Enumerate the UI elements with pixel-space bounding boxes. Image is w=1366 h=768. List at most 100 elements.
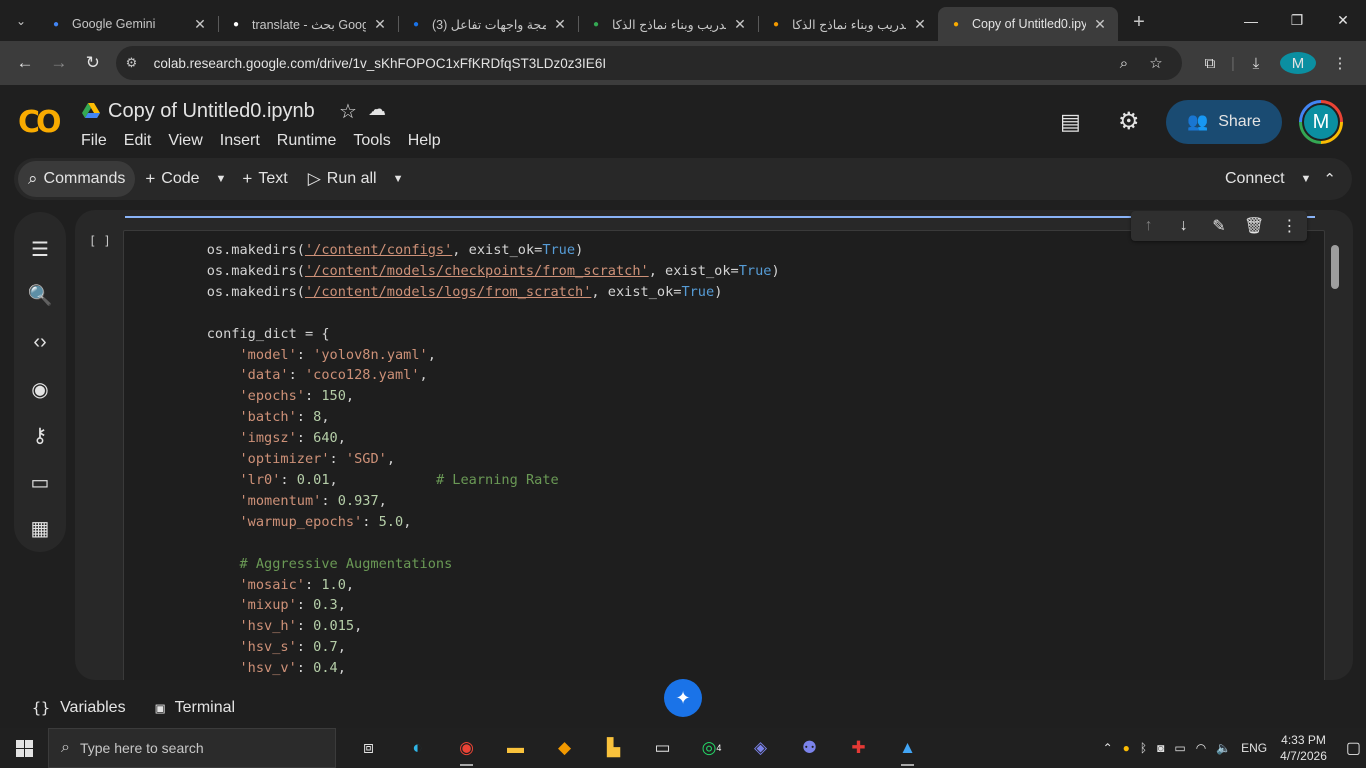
cloud-saved-icon[interactable]: ☁ (368, 99, 386, 120)
tab-search-chevron-icon[interactable]: ⌄ (4, 7, 38, 35)
share-button[interactable]: 👥 Share (1166, 100, 1282, 144)
more-options-icon[interactable]: ⋮ (1274, 216, 1304, 236)
browser-tab[interactable]: ● Google Gemini ✕ (38, 7, 218, 41)
restore-icon[interactable]: ❐ (1274, 0, 1320, 41)
tab-close-icon[interactable]: ✕ (372, 16, 388, 33)
taskbar-search-box[interactable]: ⌕ Type here to search (48, 728, 336, 768)
edge-icon[interactable]: ◐ (393, 728, 442, 768)
colab-logo[interactable]: CO (18, 105, 61, 140)
collapse-chevron-up-icon[interactable]: ⌃ (1317, 170, 1342, 188)
clock[interactable]: 4:33 PM 4/7/2026 (1280, 732, 1327, 764)
commands-button[interactable]: ⌕ Commands (18, 161, 136, 197)
red-app-icon[interactable]: ✚ (834, 728, 883, 768)
profile-avatar[interactable]: M (1279, 52, 1316, 74)
back-arrow-icon[interactable]: ← (8, 46, 42, 80)
new-tab-plus-icon[interactable]: + (1124, 8, 1154, 38)
windows-start-icon[interactable] (0, 739, 48, 757)
file-explorer-icon[interactable]: ▬ (491, 728, 540, 768)
tab-close-icon[interactable]: ✕ (732, 16, 748, 33)
camera-icon[interactable]: ◙ (1157, 741, 1164, 755)
address-bar[interactable]: ⚙ colab.research.google.com/drive/1v_sKh… (115, 46, 1182, 80)
key-icon[interactable]: ⚷ (33, 412, 48, 459)
menu-item-view[interactable]: View (168, 132, 202, 150)
blue-app-icon[interactable]: ▲ (883, 728, 932, 768)
extensions-puzzle-icon[interactable]: ⧉ (1192, 55, 1228, 72)
cell-run-button[interactable]: [ ] (89, 234, 111, 248)
bluetooth-icon[interactable]: ᛒ (1140, 741, 1147, 755)
store-box-icon[interactable]: ◆ (540, 728, 589, 768)
browser-tab[interactable]: ● تدريب وبناء نماذج الذكا ✕ (758, 7, 938, 41)
code-cell-editor[interactable]: os.makedirs('/content/configs', exist_ok… (123, 230, 1325, 680)
connect-dropdown-chevron-icon[interactable]: ▼ (1295, 173, 1318, 185)
scrollbar-thumb[interactable] (1331, 245, 1339, 289)
connect-button[interactable]: Connect (1215, 161, 1295, 197)
task-view-icon[interactable]: ⧈ (344, 728, 393, 768)
menu-item-edit[interactable]: Edit (124, 132, 152, 150)
add-text-button[interactable]: + Text (232, 161, 297, 197)
files-folder-icon[interactable]: ▭ (31, 459, 50, 506)
menu-item-insert[interactable]: Insert (220, 132, 260, 150)
browser-tab[interactable]: ● (3) برمجة واجهات تفاعل ✕ (398, 7, 578, 41)
reload-icon[interactable]: ↻ (76, 46, 110, 80)
minimize-icon[interactable]: — (1228, 0, 1274, 41)
tray-app-icon[interactable]: ● (1123, 741, 1130, 755)
tab-close-icon[interactable]: ✕ (912, 16, 928, 33)
tray-chevron-icon[interactable]: ⌃ (1103, 741, 1113, 755)
add-code-button[interactable]: + Code (135, 161, 209, 197)
language-indicator[interactable]: ENG (1241, 741, 1267, 755)
data-table-icon[interactable]: ▦ (31, 505, 50, 552)
secrets-eye-icon[interactable]: ◉ (31, 366, 48, 413)
zoom-icon[interactable]: ⌕ (1108, 55, 1140, 72)
url-text[interactable]: colab.research.google.com/drive/1v_sKhFO… (154, 56, 1108, 71)
variables-button[interactable]: {} Variables (32, 699, 126, 717)
volume-icon[interactable]: 🔈 (1216, 741, 1231, 755)
teams-icon[interactable]: ⚉ (785, 728, 834, 768)
menu-item-file[interactable]: File (81, 132, 107, 150)
battery-icon[interactable]: ▭ (1174, 741, 1185, 755)
notifications-icon[interactable]: ▢ (1346, 738, 1361, 758)
close-window-icon[interactable]: ✕ (1320, 0, 1366, 41)
code-dropdown-chevron-icon[interactable]: ▼ (210, 173, 233, 185)
menu-item-tools[interactable]: Tools (353, 132, 390, 150)
site-info-icon[interactable]: ⚙ (126, 55, 150, 71)
google-drive-icon[interactable] (82, 103, 100, 119)
find-replace-icon[interactable]: 🔍 (28, 273, 53, 320)
menu-item-help[interactable]: Help (408, 132, 441, 150)
code-content[interactable]: os.makedirs('/content/configs', exist_ok… (174, 240, 780, 679)
settings-gear-icon[interactable]: ⚙ (1118, 107, 1140, 136)
wifi-icon[interactable]: ◠ (1196, 741, 1206, 755)
gemini-sparkle-icon[interactable]: ✦ (664, 679, 702, 717)
browser-tab[interactable]: ● translate - بحث Google ✕ (218, 7, 398, 41)
edit-pencil-icon[interactable]: ✎ (1204, 216, 1234, 236)
run-all-dropdown-chevron-icon[interactable]: ▼ (387, 173, 410, 185)
menu-item-runtime[interactable]: Runtime (277, 132, 337, 150)
delete-trash-icon[interactable]: 🗑 (1239, 216, 1269, 236)
tab-close-icon[interactable]: ✕ (1092, 16, 1108, 33)
code-snippets-icon[interactable]: ‹› (33, 319, 46, 366)
terminal-app-icon[interactable]: ▭ (638, 728, 687, 768)
star-icon[interactable]: ☆ (339, 99, 357, 124)
move-down-arrow-icon[interactable]: ↓ (1169, 217, 1199, 235)
m365-icon[interactable]: ◈ (736, 728, 785, 768)
tab-close-icon[interactable]: ✕ (192, 16, 208, 33)
whatsapp-icon[interactable]: ◎ 4 (687, 728, 736, 768)
browser-tab[interactable]: ● تدريب وبناء نماذج الذكا ✕ (578, 7, 758, 41)
notebook-title[interactable]: Copy of Untitled0.ipynb (108, 100, 315, 123)
run-all-button[interactable]: ▷ Run all (298, 161, 387, 197)
terminal-button[interactable]: ▣ Terminal (156, 699, 236, 717)
browser-menu-icon[interactable]: ⋮ (1322, 54, 1358, 72)
python-icon[interactable]: ▙ (589, 728, 638, 768)
forward-arrow-icon[interactable]: → (42, 46, 76, 80)
braces-icon: {} (32, 699, 51, 717)
move-up-arrow-icon[interactable]: ↑ (1134, 217, 1164, 235)
browser-tab[interactable]: ● Copy of Untitled0.ipynb ✕ (938, 7, 1118, 41)
code-token: 'SGD' (345, 451, 387, 468)
tab-close-icon[interactable]: ✕ (552, 16, 568, 33)
table-of-contents-icon[interactable]: ☰ (31, 226, 49, 273)
downloads-icon[interactable]: ⤓ (1238, 55, 1274, 72)
bookmark-star-icon[interactable]: ☆ (1140, 54, 1172, 72)
account-avatar[interactable]: M (1299, 100, 1343, 144)
code-token: 'coco128.yaml' (304, 367, 420, 384)
comments-icon[interactable]: ▤ (1060, 109, 1081, 135)
chrome-icon[interactable]: ◉ (442, 728, 491, 768)
